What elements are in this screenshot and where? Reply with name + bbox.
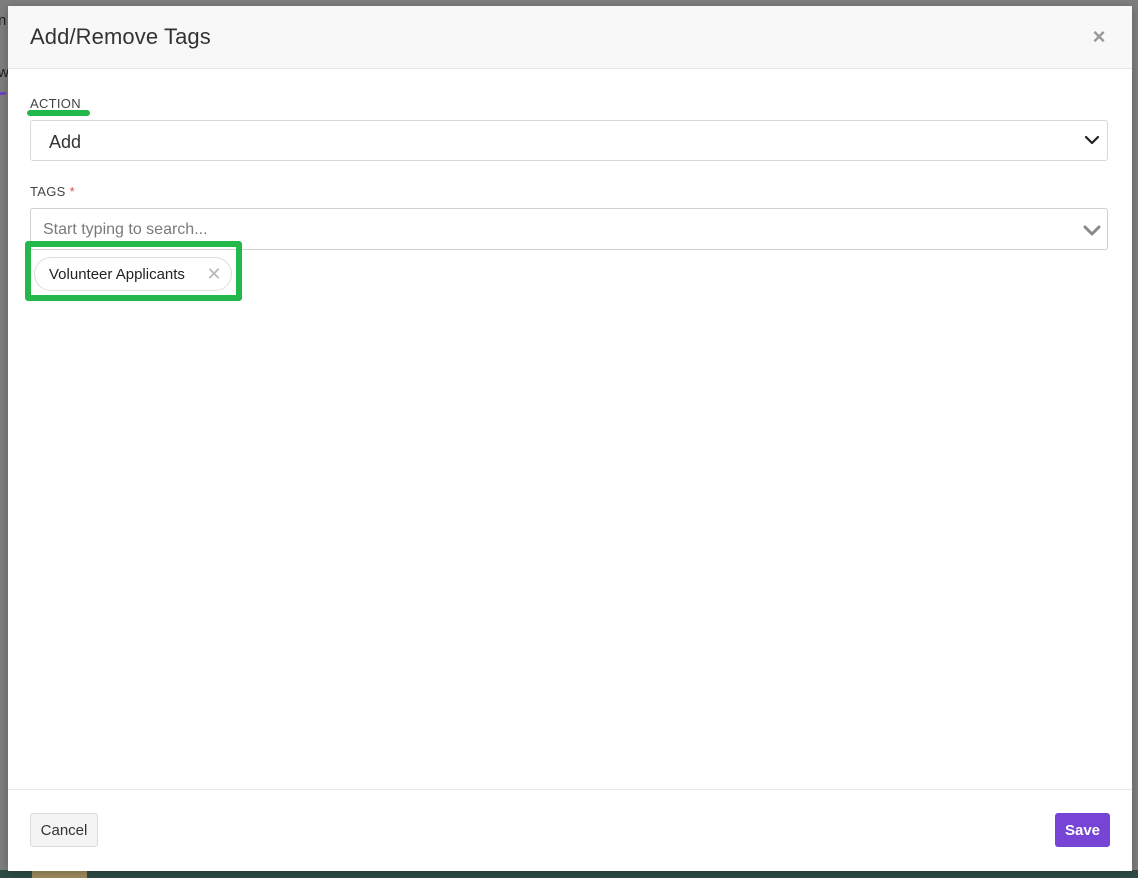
modal-footer: Cancel Save (8, 789, 1132, 871)
tag-label: Volunteer Applicants (49, 266, 185, 283)
tags-label-text: TAGS (30, 184, 66, 199)
selected-tag-chip: Volunteer Applicants ✕ (34, 257, 232, 291)
required-marker: * (69, 184, 75, 199)
chevron-down-icon[interactable] (1081, 219, 1103, 241)
modal-title: Add/Remove Tags (30, 24, 211, 49)
background-text-fragment: n (0, 12, 7, 29)
chevron-down-icon (1084, 135, 1100, 145)
background-footer-strip (0, 870, 1138, 878)
background-tab-indicator (0, 92, 6, 95)
action-label: ACTION (30, 96, 81, 111)
modal-header: Add/Remove Tags × (8, 6, 1132, 69)
close-icon[interactable]: × (1088, 26, 1110, 48)
save-button[interactable]: Save (1055, 813, 1110, 847)
action-label-highlight (27, 110, 90, 116)
background-footer-chip (32, 870, 87, 878)
add-remove-tags-modal: Add/Remove Tags × ACTION Add TAGS* Volun… (8, 6, 1132, 871)
action-select[interactable]: Add (30, 120, 1108, 161)
action-select-value: Add (49, 132, 82, 152)
remove-tag-icon[interactable]: ✕ (205, 264, 223, 284)
tags-label: TAGS * (30, 184, 75, 199)
cancel-button[interactable]: Cancel (30, 813, 98, 847)
tags-search-input[interactable] (41, 218, 1045, 242)
